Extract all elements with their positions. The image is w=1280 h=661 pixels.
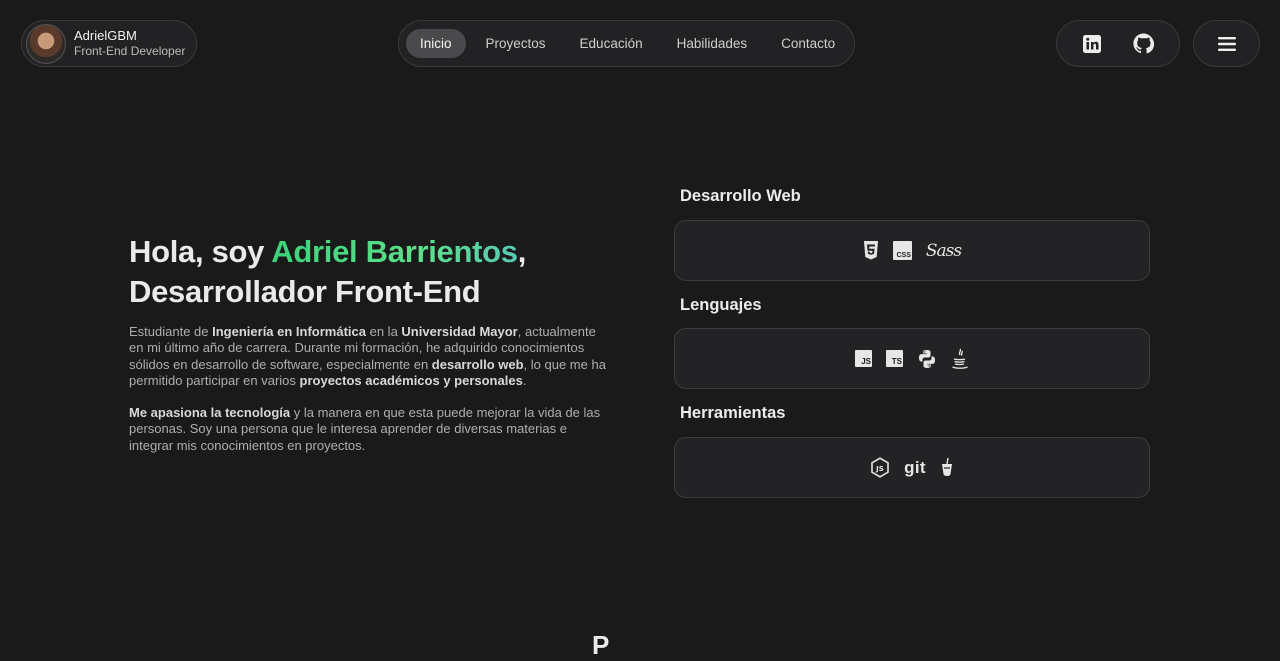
hero-role: Desarrollador Front-End bbox=[129, 274, 481, 309]
hero-name: Adriel Barrientos bbox=[271, 234, 518, 269]
bio-highlight: Me apasiona la tecnología bbox=[129, 405, 291, 421]
skill-box-languages: JS TS bbox=[674, 328, 1150, 389]
java-icon bbox=[951, 348, 969, 370]
bio-text: Estudiante de bbox=[129, 324, 213, 339]
svg-text:JS: JS bbox=[875, 465, 884, 473]
profile-role: Front-End Developer bbox=[74, 44, 186, 59]
bio-paragraph-1: Estudiante de Ingeniería en Informática … bbox=[129, 324, 609, 389]
hero-greeting: Hola, soy bbox=[129, 234, 272, 269]
social-links bbox=[1056, 20, 1180, 67]
menu-button[interactable] bbox=[1193, 20, 1260, 67]
sass-icon: Sass bbox=[925, 240, 962, 261]
nav-educacion[interactable]: Educación bbox=[566, 29, 657, 58]
bio-paragraph-2: Me apasiona la tecnología y la manera en… bbox=[129, 405, 609, 454]
javascript-icon: JS bbox=[855, 350, 872, 367]
python-icon bbox=[917, 349, 937, 369]
profile-card[interactable]: AdrielGBM Front-End Developer bbox=[21, 20, 197, 67]
gulp-icon bbox=[940, 457, 954, 479]
skill-title-tools: Herramientas bbox=[680, 404, 786, 422]
bio-highlight: proyectos académicos y personales bbox=[299, 372, 523, 388]
github-icon[interactable] bbox=[1133, 33, 1154, 54]
nav-inicio[interactable]: Inicio bbox=[406, 29, 466, 58]
hero-title: Hola, soy Adriel Barrientos, Desarrollad… bbox=[129, 232, 649, 312]
avatar bbox=[26, 23, 66, 64]
next-section-heading: P bbox=[592, 630, 610, 660]
hero-comma: , bbox=[517, 234, 527, 269]
css-label: CSS bbox=[892, 241, 912, 260]
hamburger-menu-icon bbox=[1217, 35, 1237, 53]
skill-box-web: CSS Sass bbox=[674, 220, 1150, 281]
bio-highlight: desarrollo web bbox=[431, 356, 524, 372]
nav-habilidades[interactable]: Habilidades bbox=[663, 29, 762, 58]
nav-proyectos[interactable]: Proyectos bbox=[472, 29, 560, 58]
main-nav: Inicio Proyectos Educación Habilidades C… bbox=[398, 20, 855, 67]
typescript-icon: TS bbox=[886, 350, 903, 367]
profile-name: AdrielGBM bbox=[74, 27, 137, 43]
bio-highlight: Universidad Mayor bbox=[401, 324, 518, 339]
nav-contacto[interactable]: Contacto bbox=[767, 29, 849, 58]
git-label: git bbox=[904, 457, 926, 477]
bio: Estudiante de Ingeniería en Informática … bbox=[129, 324, 609, 470]
git-icon: git bbox=[904, 458, 926, 478]
bio-highlight: Ingeniería en Informática bbox=[212, 324, 366, 339]
bio-text: . bbox=[522, 372, 527, 388]
linkedin-icon[interactable] bbox=[1082, 34, 1102, 54]
nodejs-icon: JS bbox=[870, 456, 890, 479]
ts-label: TS bbox=[886, 350, 903, 367]
css-icon: CSS bbox=[892, 241, 912, 260]
sass-label: Sass bbox=[925, 240, 962, 261]
js-label: JS bbox=[855, 350, 872, 367]
skill-title-languages: Lenguajes bbox=[680, 296, 762, 314]
bio-text: en la bbox=[366, 324, 402, 339]
skill-title-web: Desarrollo Web bbox=[680, 187, 801, 205]
html5-icon bbox=[863, 241, 879, 260]
skill-box-tools: JS git bbox=[674, 437, 1150, 498]
